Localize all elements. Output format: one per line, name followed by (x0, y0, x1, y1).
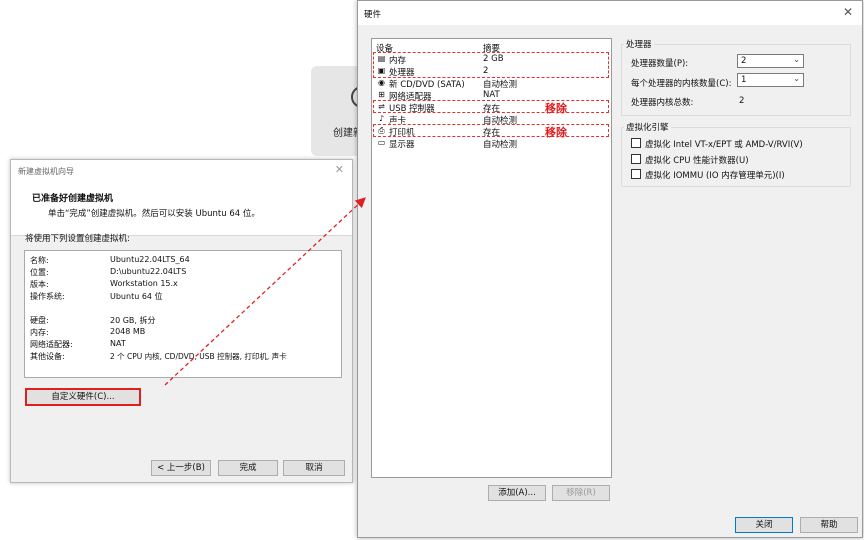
virt-iommu-label: 虚拟化 IOMMU (IO 内存管理单元)(I) (645, 171, 785, 181)
hardware-titlebar: 硬件 ✕ (358, 1, 862, 25)
new-vm-wizard: 新建虚拟机向导 ✕ 已准备好创建虚拟机 单击“完成”创建虚拟机。然后可以安装 U… (10, 159, 353, 483)
device-row-display[interactable]: ▭ 显示器 自动检测 (374, 138, 610, 150)
virt-intel-label: 虚拟化 Intel VT-x/EPT 或 AMD-V/RVI(V) (645, 140, 803, 150)
remove-device-button[interactable]: 移除(R) (552, 485, 610, 501)
virt-intel-checkbox[interactable] (631, 138, 641, 148)
network-adapter-icon: ⊞ (378, 90, 385, 99)
remove-annotation-printer: 移除 (545, 126, 567, 139)
sound-card-icon: ♪ (378, 114, 385, 123)
device-row-cd-dvd[interactable]: ◉ 新 CD/DVD (SATA) 自动检测 (374, 78, 610, 90)
processor-count-label: 处理器数量(P): (631, 59, 689, 69)
device-list: 设备 摘要 ▤ 内存 2 GB ▣ 处理器 2 ◉ 新 CD/DVD (SATA… (371, 38, 612, 478)
virtualization-group-title: 虚拟化引擎 (624, 121, 671, 133)
wizard-titlebar: 新建虚拟机向导 ✕ (11, 160, 352, 182)
chevron-down-icon: ⌄ (793, 55, 800, 64)
wizard-heading: 已准备好创建虚拟机 (32, 194, 114, 204)
wizard-title: 新建虚拟机向导 (18, 167, 74, 176)
annotation-box-usb (373, 100, 609, 113)
remove-annotation-usb: 移除 (545, 102, 567, 115)
total-cores-label: 处理器内核总数: (631, 98, 694, 108)
wizard-subheading: 单击“完成”创建虚拟机。然后可以安装 Ubuntu 64 位。 (48, 209, 260, 219)
annotation-box-printer (373, 124, 609, 137)
settings-summary: 名称: Ubuntu22.04LTS_64 位置: D:\ubuntu22.04LT… (24, 250, 342, 378)
display-icon: ▭ (377, 138, 386, 147)
close-button[interactable]: 关闭 (735, 517, 793, 533)
back-button[interactable]: < 上一步(B) (151, 460, 211, 476)
chevron-down-icon: ⌄ (793, 74, 800, 83)
cancel-button[interactable]: 取消 (283, 460, 345, 476)
cores-select[interactable]: 1 ⌄ (737, 73, 804, 87)
virt-iommu-checkbox[interactable] (631, 169, 641, 179)
settings-label: 将使用下列设置创建虚拟机: (25, 234, 130, 244)
close-icon[interactable]: ✕ (335, 163, 344, 176)
annotation-box-memory-processor (373, 52, 609, 78)
customize-hardware-button[interactable]: 自定义硬件(C)... (25, 388, 141, 406)
help-button[interactable]: 帮助 (800, 517, 858, 533)
virt-cpu-counter-label: 虚拟化 CPU 性能计数器(U) (645, 156, 749, 166)
processor-group-title: 处理器 (624, 38, 654, 50)
wizard-header: 已准备好创建虚拟机 单击“完成”创建虚拟机。然后可以安装 Ubuntu 64 位… (11, 182, 352, 236)
hardware-title: 硬件 (364, 10, 382, 20)
add-device-button[interactable]: 添加(A)... (488, 485, 546, 501)
close-icon[interactable]: ✕ (843, 5, 853, 19)
finish-button[interactable]: 完成 (218, 460, 278, 476)
virt-cpu-counter-checkbox[interactable] (631, 154, 641, 164)
total-cores-value: 2 (739, 96, 745, 106)
hardware-dialog: 硬件 ✕ 设备 摘要 ▤ 内存 2 GB ▣ 处理器 2 ◉ 新 CD/DVD … (357, 0, 863, 538)
cd-dvd-icon: ◉ (378, 78, 385, 87)
cores-label: 每个处理器的内核数量(C): (631, 79, 732, 89)
processor-count-select[interactable]: 2 ⌄ (737, 54, 804, 68)
